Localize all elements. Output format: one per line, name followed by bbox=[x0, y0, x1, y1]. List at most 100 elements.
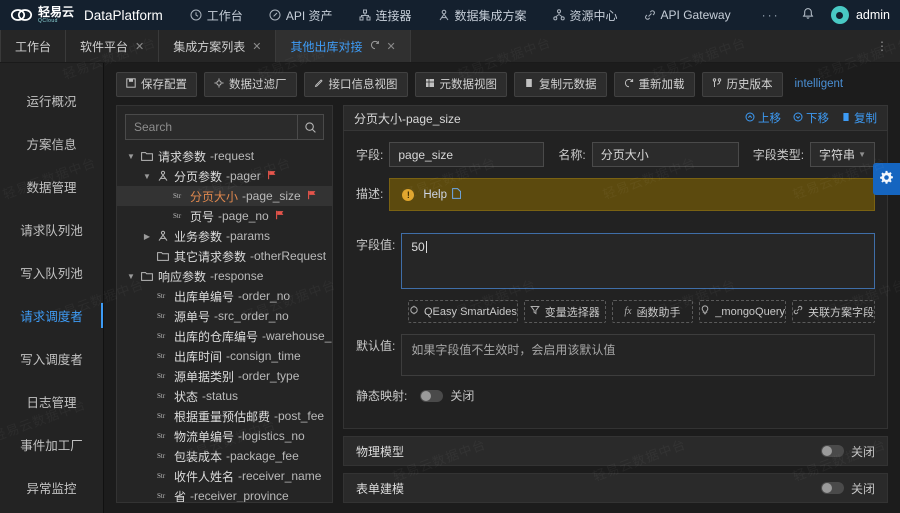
sidebar-item-label: 日志管理 bbox=[26, 396, 77, 410]
field-type-value: 字符串 bbox=[819, 148, 856, 162]
move-up-button[interactable]: 上移 bbox=[745, 110, 781, 126]
tree-node[interactable]: Str 状态 -status bbox=[117, 386, 332, 406]
close-icon[interactable]: ✕ bbox=[252, 40, 261, 53]
tree-node[interactable]: Str 出库的仓库编号-warehouse_no bbox=[117, 326, 332, 346]
form-modeling-section[interactable]: 表单建模 关闭 bbox=[343, 473, 888, 503]
history-version-button[interactable]: 历史版本 bbox=[701, 71, 783, 97]
gear-icon bbox=[879, 170, 894, 188]
sparkle-icon bbox=[409, 305, 419, 318]
action-label: 复制 bbox=[854, 113, 877, 125]
nav-overflow-button[interactable]: ··· bbox=[744, 8, 798, 22]
tree-node[interactable]: Str 省 -receiver_province bbox=[117, 486, 332, 502]
sidebar-item-data-management[interactable]: 数据管理 bbox=[0, 165, 103, 208]
tree-node[interactable]: Str 根据重量预估邮费 -post_fee bbox=[117, 406, 332, 426]
parameter-tree[interactable]: ▼ 请求参数 -request ▼ 分页参数 -pager Str 分页大小 -page_siz… bbox=[117, 146, 332, 502]
form-modeling-toggle[interactable] bbox=[820, 482, 844, 494]
sidebar-item-log-management[interactable]: 日志管理 bbox=[0, 380, 103, 423]
copy-field-button[interactable]: 复制 bbox=[841, 110, 877, 126]
field-type-select[interactable]: 字符串 ▼ bbox=[810, 142, 875, 167]
physical-model-toggle[interactable] bbox=[820, 445, 844, 457]
save-config-button[interactable]: 保存配置 bbox=[116, 71, 197, 97]
sidebar-item-request-queue-pool[interactable]: 请求队列池 bbox=[0, 208, 103, 251]
sidebar-item-scheme-info[interactable]: 方案信息 bbox=[0, 122, 103, 165]
sidebar: 运行概况 方案信息 数据管理 请求队列池 写入队列池 请求调度者 写入调度者 日… bbox=[0, 63, 104, 513]
intelligent-link[interactable]: intelligent bbox=[795, 78, 844, 90]
copy-metadata-button[interactable]: 复制元数据 bbox=[514, 71, 607, 97]
helper-label: 变量选择器 bbox=[544, 306, 600, 319]
nav-item-workbench[interactable]: 工作台 bbox=[177, 0, 256, 30]
chevron-down-icon[interactable]: ▼ bbox=[125, 272, 137, 281]
metadata-view-button[interactable]: 元数据视图 bbox=[414, 71, 507, 97]
user-menu[interactable]: admin bbox=[830, 6, 890, 24]
sidebar-item-request-scheduler[interactable]: 请求调度者 bbox=[0, 294, 103, 337]
arrow-down-circle-icon bbox=[793, 112, 803, 125]
tree-node[interactable]: Str 收件人姓名 -receiver_name bbox=[117, 466, 332, 486]
sidebar-item-label: 写入队列池 bbox=[20, 267, 83, 281]
tree-node[interactable]: 其它请求参数 -otherRequest bbox=[117, 246, 332, 266]
nav-item-api-assets[interactable]: API 资产 bbox=[256, 0, 346, 30]
static-mapping-state: 关闭 bbox=[450, 389, 475, 403]
tree-node[interactable]: Str 页号 -page_no bbox=[117, 206, 332, 226]
tab-workbench[interactable]: 工作台 bbox=[0, 30, 67, 62]
search-icon[interactable] bbox=[297, 115, 323, 139]
qeasy-smartaides-button[interactable]: QEasy SmartAides bbox=[408, 300, 518, 323]
tree-node[interactable]: Str 包装成本 -package_fee bbox=[117, 446, 332, 466]
variable-selector-button[interactable]: 变量选择器 bbox=[523, 300, 606, 323]
parameter-tree-panel: ▼ 请求参数-request ▼ 分页参数-pager Str 分页大小-page_siz… bbox=[116, 105, 333, 503]
close-icon[interactable]: ✕ bbox=[135, 40, 144, 53]
function-helper-button[interactable]: fx 函数助手 bbox=[611, 300, 694, 323]
tree-node[interactable]: Str 源单号 -src_order_no bbox=[117, 306, 332, 326]
settings-fab-button[interactable] bbox=[873, 163, 900, 195]
tree-node[interactable]: Str 出库单编号 -order_no bbox=[117, 286, 332, 306]
sidebar-item-overview[interactable]: 运行概况 bbox=[0, 79, 103, 122]
refresh-icon[interactable] bbox=[370, 40, 380, 53]
physical-model-section[interactable]: 物理模型 关闭 bbox=[343, 436, 888, 466]
sidebar-item-write-scheduler[interactable]: 写入调度者 bbox=[0, 337, 103, 380]
tree-node[interactable]: ▼ 分页参数 -pager bbox=[117, 166, 332, 186]
clock-icon bbox=[190, 9, 202, 21]
interface-info-view-button[interactable]: 接口信息视图 bbox=[303, 71, 408, 97]
brand-logo[interactable]: 轻易云 QCloud DataPlatform bbox=[10, 6, 163, 24]
nav-item-data-integration[interactable]: 数据集成方案 bbox=[425, 0, 540, 30]
help-link[interactable]: Help bbox=[423, 187, 462, 202]
default-value-textarea[interactable]: 如果字段值不生效时，会启用该默认值 bbox=[401, 334, 875, 376]
field-value-textarea[interactable]: 50 bbox=[401, 233, 875, 289]
avatar bbox=[830, 6, 849, 24]
move-down-button[interactable]: 下移 bbox=[793, 110, 829, 126]
reload-button[interactable]: 重新加载 bbox=[613, 71, 695, 97]
tree-node[interactable]: Str 出库时间 -consign_time bbox=[117, 346, 332, 366]
sidebar-item-event-factory[interactable]: 事件加工厂 bbox=[0, 423, 103, 466]
sidebar-item-write-queue-pool[interactable]: 写入队列池 bbox=[0, 251, 103, 294]
arrow-up-circle-icon bbox=[745, 112, 755, 125]
field-input[interactable] bbox=[389, 142, 545, 167]
tree-node[interactable]: Str 分页大小 -page_size bbox=[117, 186, 332, 206]
nav-item-connector[interactable]: 连接器 bbox=[346, 0, 425, 30]
tree-node[interactable]: Str 源单据类别 -order_type bbox=[117, 366, 332, 386]
tab-overflow-menu-icon[interactable]: ⋮ bbox=[864, 30, 900, 62]
close-icon[interactable]: ✕ bbox=[387, 40, 396, 53]
tree-node-label-en: -order_type bbox=[238, 369, 300, 383]
tab-integration-list[interactable]: 集成方案列表 ✕ bbox=[159, 30, 277, 62]
tree-node[interactable]: Str 物流单编号 -logistics_no bbox=[117, 426, 332, 446]
nav-item-resource-center[interactable]: 资源中心 bbox=[540, 0, 631, 30]
search-input[interactable] bbox=[126, 115, 297, 139]
tab-other-outbound[interactable]: 其他出库对接 ✕ bbox=[276, 30, 411, 62]
bell-icon[interactable] bbox=[801, 7, 815, 24]
static-mapping-toggle[interactable] bbox=[420, 389, 444, 402]
chevron-down-icon[interactable]: ▼ bbox=[125, 152, 137, 161]
nav-item-api-gateway[interactable]: API Gateway bbox=[631, 0, 744, 30]
chevron-down-icon[interactable]: ▼ bbox=[141, 172, 153, 181]
tree-node[interactable]: ▼ 请求参数 -request bbox=[117, 146, 332, 166]
hierarchy-icon bbox=[359, 9, 371, 21]
tree-node-label-cn: 出库单编号 bbox=[174, 289, 235, 304]
tab-software-platform[interactable]: 软件平台 ✕ bbox=[66, 30, 160, 62]
group-icon bbox=[157, 170, 170, 182]
data-filter-button[interactable]: 数据过滤厂 bbox=[204, 71, 297, 97]
sidebar-item-exception-monitor[interactable]: 异常监控 bbox=[0, 466, 103, 509]
mongo-query-button[interactable]: _mongoQuery bbox=[699, 300, 787, 323]
tree-node[interactable]: ▼ 响应参数 -response bbox=[117, 266, 332, 286]
name-input[interactable] bbox=[591, 142, 739, 167]
related-scheme-field-button[interactable]: 关联方案字段 bbox=[792, 300, 876, 323]
chevron-right-icon[interactable]: ▶ bbox=[141, 232, 153, 241]
tree-node[interactable]: ▶ 业务参数 -params bbox=[117, 226, 332, 246]
